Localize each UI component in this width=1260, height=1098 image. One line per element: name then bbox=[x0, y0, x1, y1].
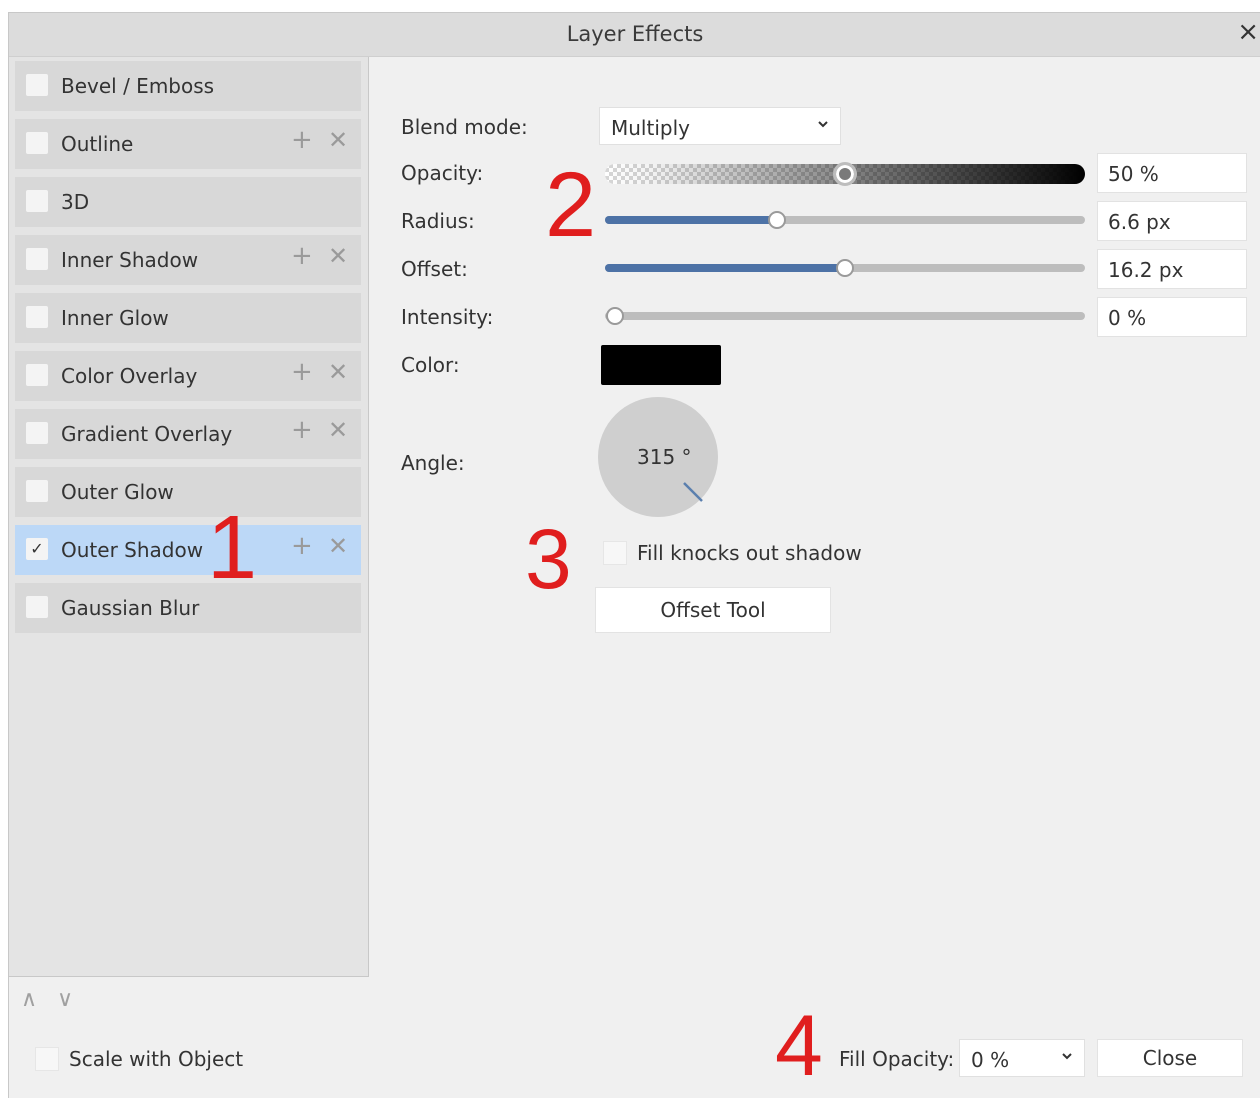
opacity-value-field[interactable]: 50 % bbox=[1097, 153, 1247, 193]
intensity-value-field[interactable]: 0 % bbox=[1097, 297, 1247, 337]
radius-slider[interactable] bbox=[605, 211, 1085, 229]
blend-mode-label: Blend mode: bbox=[401, 115, 528, 139]
effect-checkbox[interactable] bbox=[26, 306, 48, 328]
chevron-down-icon bbox=[1062, 1053, 1072, 1060]
effect-item-outline[interactable]: Outline + ✕ bbox=[15, 119, 361, 169]
dialog-title: Layer Effects bbox=[566, 22, 704, 46]
opacity-value: 50 % bbox=[1108, 162, 1159, 186]
effect-label: Inner Glow bbox=[61, 306, 169, 330]
radius-slider-thumb[interactable] bbox=[768, 211, 786, 229]
fill-knocks-out-checkbox[interactable] bbox=[603, 541, 627, 565]
intensity-slider[interactable] bbox=[605, 307, 1085, 325]
chevron-down-icon[interactable]: ∨ bbox=[57, 989, 73, 1011]
chevron-up-icon[interactable]: ∧ bbox=[21, 989, 37, 1011]
color-label: Color: bbox=[401, 353, 460, 377]
annotation-3: 3 bbox=[525, 512, 572, 606]
blend-mode-select[interactable]: Multiply bbox=[599, 107, 841, 145]
chevron-down-icon bbox=[818, 121, 828, 128]
annotation-1: 1 bbox=[207, 498, 258, 598]
close-button[interactable]: Close bbox=[1097, 1039, 1243, 1077]
layer-effects-dialog: Layer Effects × Bevel / Emboss Outline +… bbox=[8, 12, 1260, 1098]
annotation-4: 4 bbox=[775, 998, 823, 1094]
effect-label: Gaussian Blur bbox=[61, 596, 200, 620]
offset-value: 16.2 px bbox=[1108, 258, 1184, 282]
effect-label: Outer Glow bbox=[61, 480, 174, 504]
effect-checkbox[interactable] bbox=[26, 480, 48, 502]
scale-with-object-checkbox[interactable] bbox=[35, 1047, 59, 1071]
add-effect-icon[interactable]: + bbox=[291, 533, 313, 559]
remove-effect-icon[interactable]: ✕ bbox=[328, 128, 348, 152]
effect-item-3d[interactable]: 3D bbox=[15, 177, 361, 227]
effect-checkbox[interactable] bbox=[26, 190, 48, 212]
offset-tool-button[interactable]: Offset Tool bbox=[595, 587, 831, 633]
effect-checkbox[interactable] bbox=[26, 596, 48, 618]
effect-label: 3D bbox=[61, 190, 90, 214]
effect-item-outer-shadow[interactable]: ✓ Outer Shadow + ✕ bbox=[15, 525, 361, 575]
remove-effect-icon[interactable]: ✕ bbox=[328, 244, 348, 268]
effect-label: Outer Shadow bbox=[61, 538, 204, 562]
add-effect-icon[interactable]: + bbox=[291, 243, 313, 269]
offset-label: Offset: bbox=[401, 257, 468, 281]
angle-value: 315 ° bbox=[637, 445, 692, 469]
add-effect-icon[interactable]: + bbox=[291, 417, 313, 443]
offset-slider-thumb[interactable] bbox=[836, 259, 854, 277]
effect-checkbox[interactable]: ✓ bbox=[26, 538, 48, 560]
opacity-label: Opacity: bbox=[401, 161, 484, 185]
effect-label: Outline bbox=[61, 132, 134, 156]
effect-item-gradient-overlay[interactable]: Gradient Overlay + ✕ bbox=[15, 409, 361, 459]
fill-knocks-out-label: Fill knocks out shadow bbox=[637, 541, 862, 565]
radius-slider-fill bbox=[605, 216, 777, 224]
annotation-2: 2 bbox=[545, 154, 597, 256]
title-bar: Layer Effects × bbox=[9, 13, 1260, 57]
effect-label: Gradient Overlay bbox=[61, 422, 233, 446]
radius-label: Radius: bbox=[401, 209, 475, 233]
close-icon[interactable]: × bbox=[1237, 19, 1259, 45]
add-effect-icon[interactable]: + bbox=[291, 359, 313, 385]
effect-item-outer-glow[interactable]: Outer Glow bbox=[15, 467, 361, 517]
offset-value-field[interactable]: 16.2 px bbox=[1097, 249, 1247, 289]
effect-label: Color Overlay bbox=[61, 364, 198, 388]
remove-effect-icon[interactable]: ✕ bbox=[328, 418, 348, 442]
effect-label: Inner Shadow bbox=[61, 248, 199, 272]
effect-item-gaussian-blur[interactable]: Gaussian Blur bbox=[15, 583, 361, 633]
radius-value: 6.6 px bbox=[1108, 210, 1171, 234]
effect-checkbox[interactable] bbox=[26, 132, 48, 154]
effect-item-inner-glow[interactable]: Inner Glow bbox=[15, 293, 361, 343]
add-effect-icon[interactable]: + bbox=[291, 127, 313, 153]
intensity-value: 0 % bbox=[1108, 306, 1147, 330]
offset-slider-fill bbox=[605, 264, 845, 272]
angle-label: Angle: bbox=[401, 451, 465, 475]
radius-value-field[interactable]: 6.6 px bbox=[1097, 201, 1247, 241]
effect-checkbox[interactable] bbox=[26, 364, 48, 386]
opacity-slider-thumb[interactable] bbox=[833, 162, 857, 186]
intensity-label: Intensity: bbox=[401, 305, 494, 329]
effect-label: Bevel / Emboss bbox=[61, 74, 215, 98]
fill-opacity-select[interactable]: 0 % bbox=[959, 1039, 1085, 1077]
remove-effect-icon[interactable]: ✕ bbox=[328, 360, 348, 384]
effect-checkbox[interactable] bbox=[26, 74, 48, 96]
scale-with-object-label: Scale with Object bbox=[69, 1047, 244, 1071]
fill-opacity-label: Fill Opacity: bbox=[839, 1047, 955, 1071]
effect-item-bevel-emboss[interactable]: Bevel / Emboss bbox=[15, 61, 361, 111]
effect-checkbox[interactable] bbox=[26, 248, 48, 270]
remove-effect-icon[interactable]: ✕ bbox=[328, 534, 348, 558]
effect-checkbox[interactable] bbox=[26, 422, 48, 444]
opacity-slider[interactable] bbox=[605, 162, 1085, 186]
offset-slider[interactable] bbox=[605, 259, 1085, 277]
color-swatch[interactable] bbox=[601, 345, 721, 385]
fill-opacity-value: 0 % bbox=[971, 1048, 1010, 1072]
effects-list: Bevel / Emboss Outline + ✕ 3D Inner Shad… bbox=[9, 57, 369, 977]
intensity-slider-thumb[interactable] bbox=[606, 307, 624, 325]
effect-item-color-overlay[interactable]: Color Overlay + ✕ bbox=[15, 351, 361, 401]
blend-mode-value: Multiply bbox=[611, 116, 690, 140]
effect-item-inner-shadow[interactable]: Inner Shadow + ✕ bbox=[15, 235, 361, 285]
